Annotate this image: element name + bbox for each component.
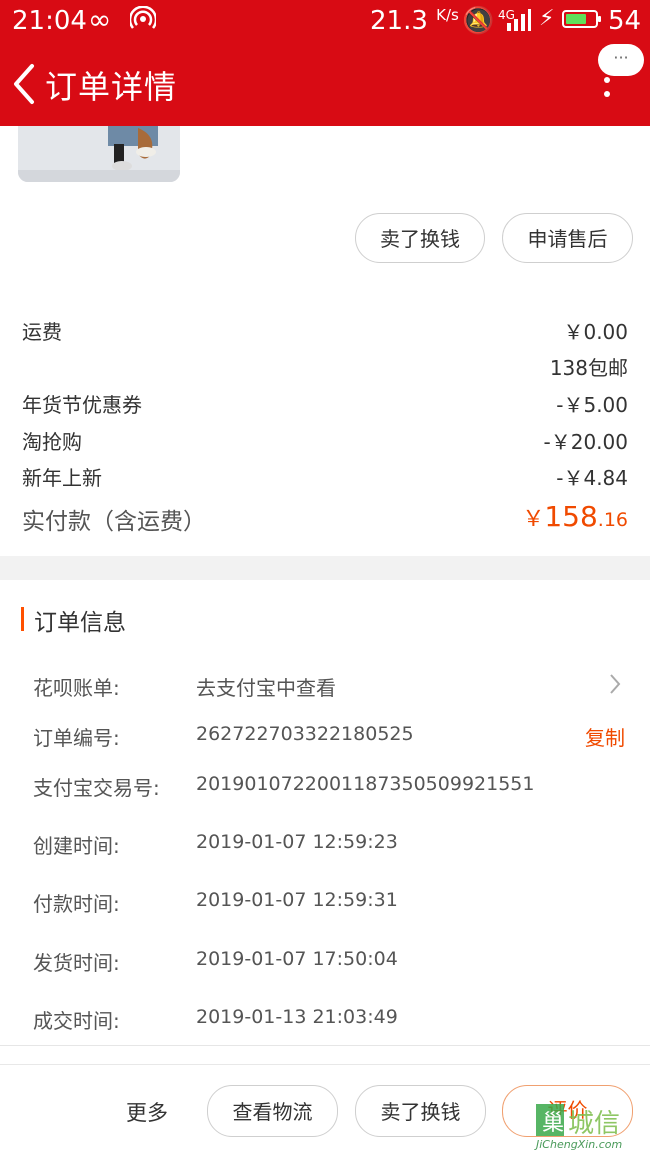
signal-icon	[507, 9, 531, 31]
status-time: 21:04	[12, 6, 87, 36]
sell-button[interactable]: 卖了换钱	[355, 213, 485, 263]
battery-level: 54	[608, 6, 642, 36]
shipping-value: ￥0.00	[563, 320, 628, 344]
app-header: 21:04 ∞ 21.3 K/s 🔕 4G ⚡ 54 订单详情 ···	[0, 0, 650, 126]
taoqiang-label: 淘抢购	[22, 430, 82, 454]
created-time-label: 创建时间:	[33, 834, 120, 858]
infinity-icon: ∞	[88, 3, 112, 36]
shipped-time-label: 发货时间:	[33, 951, 120, 975]
order-no-label: 订单编号:	[33, 726, 120, 750]
taoqiang-value: -￥20.00	[543, 430, 628, 454]
battery-icon	[562, 10, 601, 28]
huabei-label: 花呗账单:	[33, 676, 120, 700]
closed-time-label: 成交时间:	[33, 1009, 120, 1033]
status-bar: 21:04 ∞ 21.3 K/s 🔕 4G ⚡ 54	[0, 0, 650, 42]
paid-total-row: 实付款（含运费） ￥158.16	[22, 500, 628, 536]
huabei-value[interactable]: 去支付宝中查看	[196, 672, 336, 701]
section-accent-bar	[21, 607, 24, 631]
newyear-label: 新年上新	[22, 466, 102, 490]
mute-bell-icon: 🔕	[462, 6, 495, 36]
product-photo	[18, 126, 180, 182]
paid-time-label: 付款时间:	[33, 892, 120, 916]
chevron-right-icon[interactable]	[608, 673, 622, 695]
order-info-title: 订单信息	[34, 610, 126, 636]
order-no-value: 262722703322180525	[196, 723, 414, 745]
svg-text:城信: 城信	[568, 1109, 620, 1139]
view-logistics-button[interactable]: 查看物流	[207, 1085, 338, 1137]
sell-button-bottom[interactable]: 卖了换钱	[355, 1085, 486, 1137]
alipay-no-label: 支付宝交易号:	[33, 776, 160, 800]
alipay-no-value: 2019010722001187350509921551	[196, 773, 535, 795]
shipped-time-value: 2019-01-07 17:50:04	[196, 948, 398, 970]
svg-text:巢: 巢	[542, 1111, 564, 1136]
shipping-label: 运费	[22, 320, 62, 344]
page-title: 订单详情	[45, 68, 178, 106]
hotspot-icon	[130, 6, 156, 29]
created-time-value: 2019-01-07 12:59:23	[196, 831, 398, 853]
copy-button[interactable]: 复制	[585, 722, 625, 751]
divider	[0, 1045, 650, 1046]
coupon-value: -￥5.00	[556, 393, 628, 417]
coupon-label: 年货节优惠券	[22, 393, 142, 417]
paid-total-label: 实付款（含运费）	[22, 509, 206, 535]
network-speed: 21.3 K/s	[370, 6, 459, 36]
more-menu-button[interactable]: ···	[598, 44, 644, 76]
newyear-value: -￥4.84	[556, 466, 628, 490]
charging-icon: ⚡	[539, 6, 555, 31]
after-sale-button[interactable]: 申请售后	[502, 213, 633, 263]
product-thumbnail[interactable]	[18, 126, 180, 182]
shipping-note: 138包邮	[549, 356, 628, 380]
vertical-dots-icon[interactable]	[600, 74, 614, 102]
watermark-logo: 巢 城信 JiChengXin.com	[530, 1100, 648, 1152]
section-separator	[0, 556, 650, 580]
back-arrow-icon[interactable]	[8, 58, 40, 110]
paid-total-value: ￥158.16	[522, 500, 628, 533]
paid-time-value: 2019-01-07 12:59:31	[196, 889, 398, 911]
more-button[interactable]: 更多	[126, 1097, 168, 1127]
closed-time-value: 2019-01-13 21:03:49	[196, 1006, 398, 1028]
